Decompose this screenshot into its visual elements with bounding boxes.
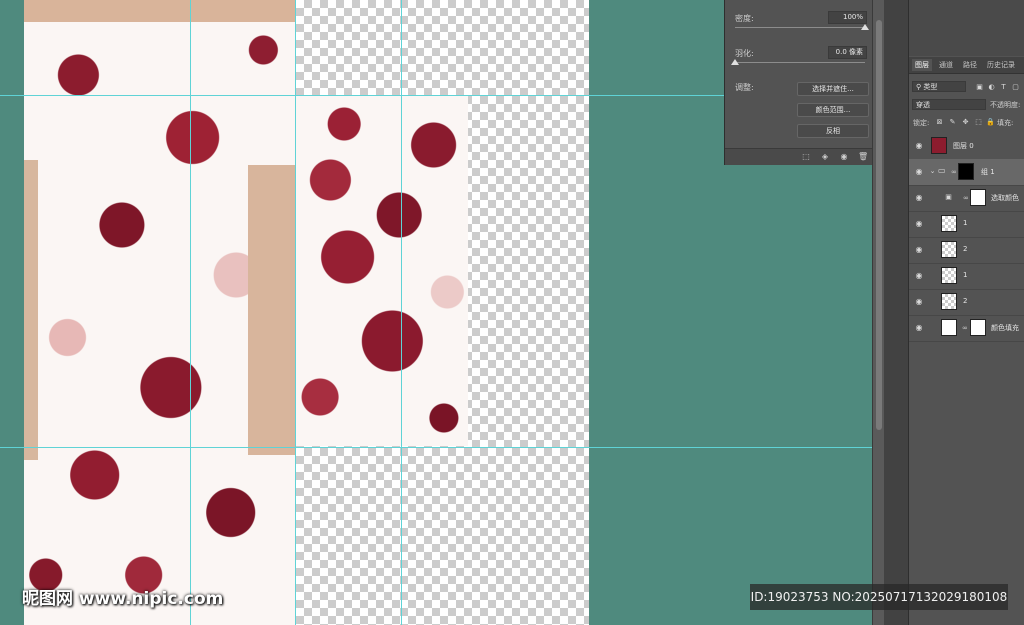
filter-shape-icon[interactable]: ▢ (1011, 83, 1020, 92)
feather-input[interactable]: 0.0 像素 (828, 46, 867, 59)
adjust-label: 调整: (735, 83, 754, 92)
color-range-button[interactable]: 颜色范围... (797, 103, 869, 117)
visibility-eye-icon[interactable]: ◉ (914, 193, 924, 203)
visibility-eye-icon[interactable]: ◉ (914, 219, 924, 229)
folder-icon: ▭ (938, 166, 946, 175)
lock-label: 锁定: (913, 119, 930, 127)
search-icon: ⚲ (916, 83, 922, 91)
toggle-mask-visibility-icon[interactable]: ◉ (839, 152, 849, 162)
watermark-id-badge: ID:19023753 NO:20250717132029180108 (750, 584, 1008, 610)
layer-name: 组 1 (981, 168, 995, 176)
lock-position-icon[interactable]: ✥ (961, 118, 970, 127)
layer-name: 1 (963, 219, 968, 227)
layer-name: 颜色填充 (991, 324, 1019, 332)
tab-history[interactable]: 历史记录 (984, 59, 1018, 71)
lock-transparent-icon[interactable]: ⊠ (935, 118, 944, 127)
layer-row[interactable]: ◉ 图层 0 (909, 133, 1024, 160)
filter-type-icon[interactable]: T (999, 83, 1008, 92)
guide-vertical[interactable] (295, 0, 296, 625)
layer-name: 2 (963, 297, 968, 305)
layer-mask-thumbnail[interactable] (970, 319, 986, 336)
layer-row[interactable]: ◉ 1 (909, 211, 1024, 238)
visibility-eye-icon[interactable]: ◉ (914, 245, 924, 255)
panel-dock-gap (884, 0, 908, 625)
visibility-eye-icon[interactable]: ◉ (914, 271, 924, 281)
filter-adjustment-icon[interactable]: ◐ (987, 83, 996, 92)
visibility-eye-icon[interactable]: ◉ (914, 167, 924, 177)
fill-color-thumbnail (941, 319, 957, 336)
layers-panel-tabs: 图层 通道 路径 历史记录 (909, 57, 1024, 74)
left-arm-skin (24, 160, 38, 460)
layers-panel: 图层 通道 路径 历史记录 ⚲ 类型 ▣ ◐ T ▢ 穿透 不透明度: 锁定: … (908, 0, 1024, 625)
invert-button[interactable]: 反相 (797, 124, 869, 138)
layer-name: 图层 0 (953, 142, 974, 150)
pattern-tile-layer (296, 96, 468, 446)
link-icon[interactable]: ∞ (951, 167, 957, 177)
mask-properties-panel: 密度: 100% 羽化: 0.0 像素 调整: 选择并遮住... 颜色范围...… (724, 0, 881, 165)
tab-paths[interactable]: 路径 (960, 59, 980, 71)
blend-mode-select[interactable]: 穿透 (912, 99, 986, 110)
group-mask-thumbnail[interactable] (958, 163, 974, 180)
link-icon[interactable]: ∞ (962, 323, 968, 333)
density-label: 密度: (735, 14, 754, 23)
blend-mode-value: 穿透 (916, 101, 930, 109)
feather-slider-track[interactable] (735, 62, 865, 63)
layer-filter-value: 类型 (923, 83, 938, 91)
feather-label: 羽化: (735, 49, 754, 58)
layer-thumbnail (941, 293, 957, 310)
layer-thumbnail (941, 241, 957, 258)
watermark-logo: 昵图网 www.nipic.com (22, 589, 224, 609)
layer-name: 选取颜色 (991, 194, 1019, 202)
visibility-eye-icon[interactable]: ◉ (914, 297, 924, 307)
layer-thumbnail (941, 215, 957, 232)
layer-row[interactable]: ◉ 2 (909, 237, 1024, 264)
tab-channels[interactable]: 通道 (936, 59, 956, 71)
mask-panel-footer: ⬚ ◈ ◉ 🗑 (725, 148, 881, 165)
delete-mask-icon[interactable]: 🗑 (858, 152, 868, 162)
lock-all-icon[interactable]: 🔒 (986, 118, 995, 127)
layer-row[interactable]: ◉ 2 (909, 289, 1024, 316)
guide-vertical[interactable] (401, 0, 402, 625)
guide-horizontal[interactable] (0, 447, 873, 448)
lock-image-icon[interactable]: ✎ (948, 118, 957, 127)
feather-slider-knob[interactable] (731, 59, 739, 65)
density-slider-knob[interactable] (861, 24, 869, 30)
apply-mask-icon[interactable]: ◈ (820, 152, 830, 162)
layer-mask-thumbnail[interactable] (970, 189, 986, 206)
scrollbar-thumb[interactable] (876, 20, 882, 430)
layer-row[interactable]: ◉ ▣ ∞ 选取颜色 (909, 185, 1024, 212)
guide-vertical[interactable] (190, 0, 191, 625)
opacity-label: 不透明度: (990, 101, 1021, 109)
load-selection-icon[interactable]: ⬚ (801, 152, 811, 162)
link-icon[interactable]: ∞ (963, 193, 969, 203)
layer-thumbnail (931, 137, 947, 154)
dress-shoulder-skin (24, 0, 296, 22)
adjustment-layer-icon: ▣ (945, 193, 952, 201)
filter-pixel-icon[interactable]: ▣ (975, 83, 984, 92)
visibility-eye-icon[interactable]: ◉ (914, 323, 924, 333)
tab-layers[interactable]: 图层 (912, 59, 932, 71)
layer-row[interactable]: ◉ ∞ 颜色填充 (909, 315, 1024, 342)
fill-label: 填充: (997, 119, 1014, 127)
collapsed-panel-area (909, 0, 1024, 56)
layer-filter-select[interactable]: ⚲ 类型 (912, 81, 966, 92)
visibility-eye-icon[interactable]: ◉ (914, 141, 924, 151)
density-slider-track[interactable] (735, 27, 865, 28)
lock-artboard-icon[interactable]: ⬚ (974, 118, 983, 127)
layer-row[interactable]: ◉ 1 (909, 263, 1024, 290)
select-and-mask-button[interactable]: 选择并遮住... (797, 82, 869, 96)
layer-row-selected-group[interactable]: ◉ ⌄ ▭ ∞ 组 1 (909, 159, 1024, 186)
right-arm-skin (248, 165, 296, 455)
layer-name: 2 (963, 245, 968, 253)
layer-thumbnail (941, 267, 957, 284)
density-input[interactable]: 100% (828, 11, 867, 24)
chevron-down-icon[interactable]: ⌄ (928, 167, 937, 176)
layer-name: 1 (963, 271, 968, 279)
